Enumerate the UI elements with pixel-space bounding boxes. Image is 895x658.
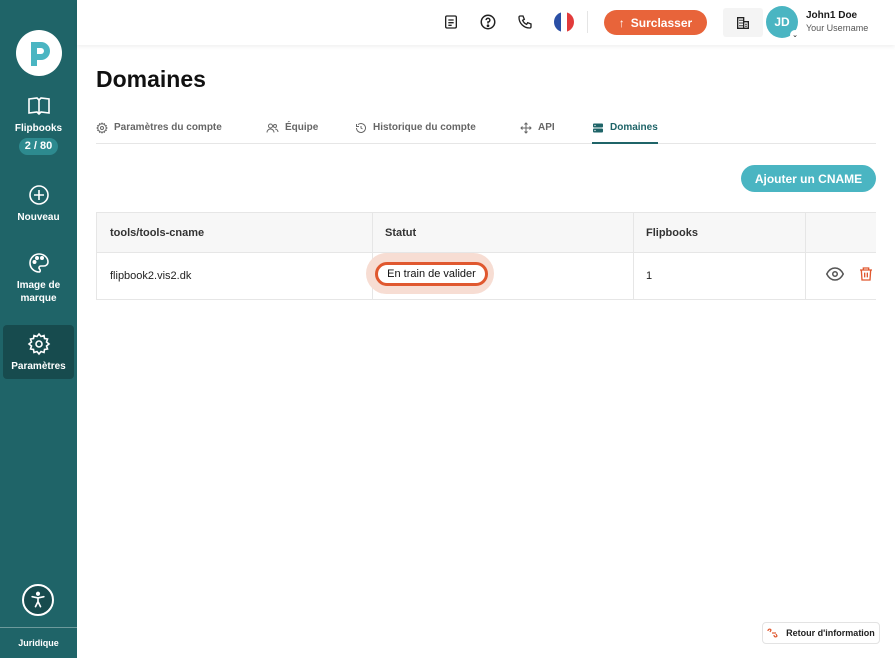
column-header-status: Statut	[385, 226, 417, 239]
status-badge[interactable]: En train de valider	[375, 262, 488, 286]
column-header-domain: tools/tools-cname	[110, 226, 205, 239]
add-cname-button[interactable]: Ajouter un CNAME	[741, 165, 876, 192]
sidebar-item-label: Nouveau	[17, 212, 60, 223]
tab-api[interactable]: API	[520, 122, 555, 144]
plus-circle-icon	[28, 185, 49, 205]
sidebar-item-label: Paramètres	[11, 361, 66, 372]
flipbooks-count-cell: 1	[646, 270, 653, 282]
accessibility-icon	[31, 591, 45, 608]
book-open-icon	[27, 97, 50, 116]
phone-icon[interactable]	[515, 12, 535, 32]
sidebar-item-flipbooks[interactable]: Flipbooks 2 / 80	[3, 94, 74, 155]
sidebar-item-nouveau[interactable]: Nouveau	[3, 183, 74, 224]
upgrade-button[interactable]: ↑ Surclasser	[604, 10, 707, 35]
chevron-down-icon: ⌄	[790, 30, 800, 40]
divider	[587, 11, 588, 33]
sidebar-item-parametres[interactable]: Paramètres	[3, 325, 74, 379]
avatar[interactable]: JD ⌄	[766, 6, 800, 40]
arrow-up-icon: ↑	[618, 15, 625, 30]
gear-icon	[96, 122, 108, 134]
tab-historique-du-compte[interactable]: Historique du compte	[355, 122, 476, 144]
tab-bar: Paramètres du compte Équipe Historique d…	[96, 122, 876, 144]
top-bar: ↑ Surclasser JD ⌄ John1 Doe Your Usernam…	[77, 0, 895, 45]
help-icon[interactable]	[478, 12, 498, 32]
history-icon	[356, 123, 366, 133]
gear-icon	[27, 332, 50, 356]
accessibility-button[interactable]	[22, 584, 54, 616]
building-icon	[737, 16, 749, 29]
server-icon	[593, 123, 603, 133]
tab-parametres-du-compte[interactable]: Paramètres du compte	[96, 122, 222, 144]
legal-link[interactable]: Juridique	[0, 638, 77, 648]
table-header	[97, 213, 876, 252]
logo-icon	[31, 42, 50, 66]
feedback-button[interactable]: Retour d'information	[762, 622, 880, 644]
document-icon[interactable]	[441, 12, 461, 32]
sidebar-item-label: Flipbooks	[14, 123, 63, 134]
language-flag-icon[interactable]	[554, 12, 574, 32]
tab-equipe[interactable]: Équipe	[266, 122, 318, 144]
user-name: John1 Doe	[806, 10, 858, 21]
palette-icon	[28, 253, 49, 273]
flipbook-count-badge: 2 / 80	[18, 138, 59, 155]
app-logo[interactable]	[16, 30, 62, 76]
domain-cell: flipbook2.vis2.dk	[110, 270, 192, 282]
sidebar-item-image-de-marque[interactable]: Image de marque	[3, 251, 74, 305]
organization-button[interactable]	[723, 8, 763, 37]
user-username: Your Username	[806, 23, 869, 33]
divider	[0, 627, 77, 628]
divider	[633, 213, 634, 299]
column-header-flipbooks: Flipbooks	[646, 226, 698, 239]
users-icon	[266, 123, 279, 133]
page-title: Domaines	[96, 66, 206, 92]
sidebar: Flipbooks 2 / 80 Nouveau Image de marque…	[0, 0, 77, 658]
trash-icon[interactable]	[856, 264, 876, 284]
divider	[97, 252, 876, 253]
feedback-icon	[767, 628, 778, 638]
tab-domaines[interactable]: Domaines	[592, 122, 658, 144]
sidebar-item-label: Image de marque	[16, 280, 61, 304]
move-arrows-icon	[520, 122, 532, 134]
eye-icon[interactable]	[825, 264, 845, 284]
divider	[805, 213, 806, 299]
